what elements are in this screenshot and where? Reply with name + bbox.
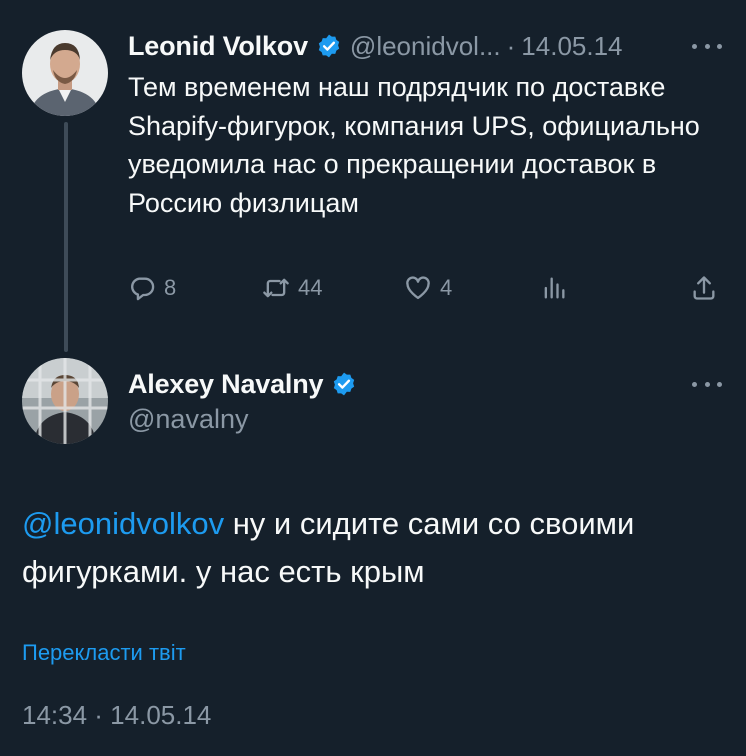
views-chart-icon [544, 277, 565, 299]
like-count: 4 [440, 275, 453, 300]
tweet2-timestamp[interactable]: 14:34 · 14.05.14 [22, 700, 211, 731]
share-icon [693, 276, 715, 300]
translate-tweet-link[interactable]: Перекласти твіт [22, 640, 186, 666]
heart-icon [406, 276, 430, 300]
tweet2-text: @leonidvolkov ну и сидите сами со своими… [22, 500, 732, 596]
more-options-icon[interactable] [692, 374, 722, 394]
retweet-button[interactable]: 44 [262, 270, 322, 306]
verified-badge-icon [318, 34, 340, 58]
views-button[interactable] [540, 270, 568, 306]
retweet-count: 44 [298, 275, 323, 300]
like-button[interactable]: 4 [404, 270, 452, 306]
avatar-leonid-volkov[interactable] [22, 30, 108, 116]
tweet1-header: Leonid Volkov @leonidvol... · 14.05.14 [128, 28, 728, 64]
tweet1-date[interactable]: 14.05.14 [521, 31, 622, 62]
more-options-icon[interactable] [692, 36, 722, 56]
share-button[interactable] [690, 270, 718, 306]
mention-link[interactable]: @leonidvolkov [22, 506, 224, 541]
tweet2-header: Alexey Navalny [128, 367, 357, 401]
tweet1-handle[interactable]: @leonidvol... [350, 31, 501, 62]
thread-connector-line [64, 122, 68, 352]
tweet-thread: Leonid Volkov @leonidvol... · 14.05.14 Т… [0, 0, 746, 756]
verified-badge-icon [334, 372, 355, 396]
tweet1-author-name[interactable]: Leonid Volkov [128, 31, 308, 62]
tweet2-author-name[interactable]: Alexey Navalny [128, 369, 324, 400]
tweet1-actions: 8 44 4 [128, 270, 722, 306]
tweet2-handle[interactable]: @navalny [128, 404, 248, 435]
reply-icon [131, 277, 155, 301]
retweet-icon [263, 278, 289, 298]
reply-count: 8 [164, 275, 177, 300]
separator-dot: · [506, 30, 516, 61]
reply-button[interactable]: 8 [128, 270, 176, 306]
tweet1-text: Тем временем наш подрядчик по доставке S… [128, 72, 700, 218]
avatar-alexey-navalny[interactable] [22, 358, 108, 444]
